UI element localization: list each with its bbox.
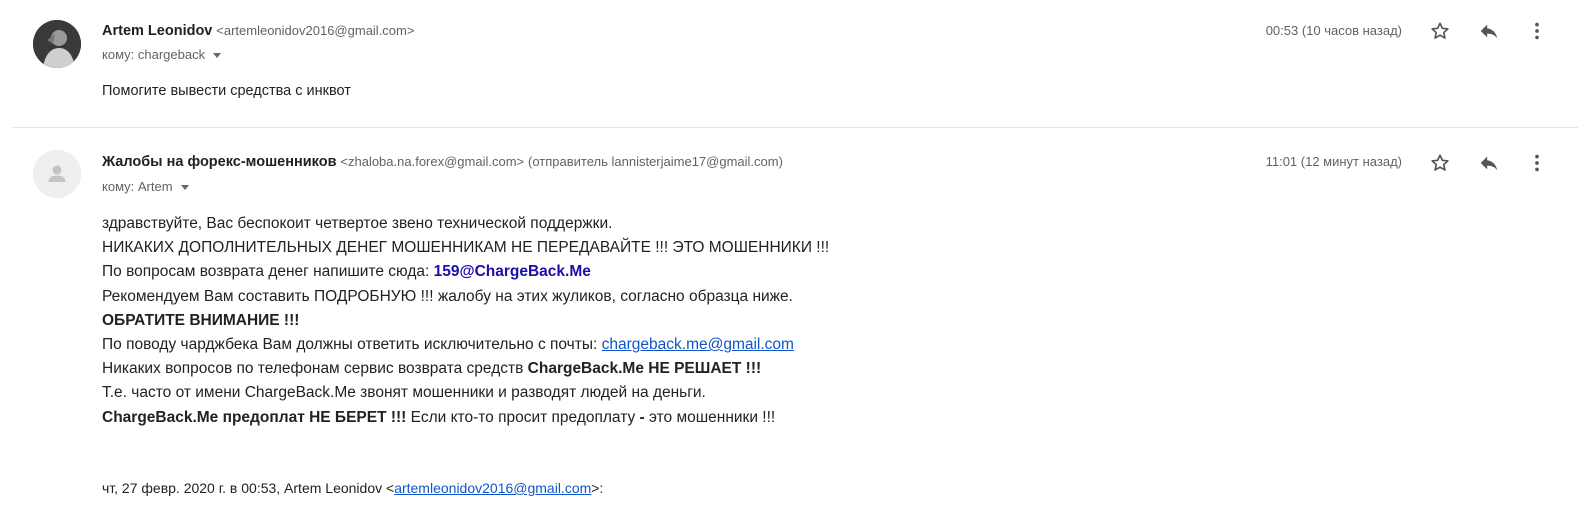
body-bold: ChargeBack.Me предоплат НЕ БЕРЕТ !!! [102,408,407,426]
sender-avatar[interactable] [33,150,81,198]
sender-name[interactable]: Жалобы на форекс-мошенников [102,154,337,170]
quote-prefix: чт, 27 февр. 2020 г. в 00:53, Artem Leon… [102,480,395,496]
body-line: Т.е. часто от имени ChargeBack.Me звонят… [102,384,706,402]
body-text: Если кто-то просит предоплату [406,408,640,426]
reply-icon [1480,24,1498,39]
star-button[interactable] [1427,150,1453,176]
more-vert-icon [1535,22,1539,40]
recipient-details-dropdown-icon[interactable] [213,53,222,59]
star-icon [1431,154,1449,171]
body-bold: ChargeBack.Me НЕ РЕШАЕТ !!! [527,360,762,378]
chargeback-email-link[interactable]: chargeback.me@gmail.com [602,336,794,353]
body-line: Никаких вопросов по телефонам сервис воз… [102,357,829,381]
sender-line: Жалобы на форекс-мошенников <zhaloba.na.… [102,153,783,170]
body-line: Рекомендуем Вам составить ПОДРОБНУЮ !!! … [102,287,793,305]
body-line: ОБРАТИТЕ ВНИМАНИЕ !!! [102,311,300,329]
reply-button[interactable] [1476,150,1502,176]
body-text: По вопросам возврата денег напишите сюда… [102,263,434,281]
body-line: По поводу чарджбека Вам должны ответить … [102,333,829,357]
recipient-label: кому: chargeback [102,47,206,62]
body-line: здравствуйте, Вас беспокоит четвертое зв… [102,215,613,232]
sender-line: Artem Leonidov <artemleonidov2016@gmail.… [102,22,414,39]
body-line: ChargeBack.Me предоплат НЕ БЕРЕТ !!! Есл… [102,406,829,430]
reply-button[interactable] [1476,18,1502,44]
message-time: 11:01 (12 минут назад) [1265,154,1402,169]
recipient-line: кому: chargeback [102,47,222,62]
sender-name[interactable]: Artem Leonidov [102,23,212,39]
sent-via: (отправитель lannisterjaime17@gmail.com) [528,154,783,169]
message-body: здравствуйте, Вас беспокоит четвертое зв… [102,212,829,430]
body-text: это мошенники !!! [644,408,776,426]
email-message-1: Artem Leonidov <artemleonidov2016@gmail.… [0,0,1590,128]
email-message-2: Жалобы на форекс-мошенников <zhaloba.na.… [0,128,1590,511]
avatar-photo-icon [33,20,81,68]
support-email: 159@ChargeBack.Me [433,263,591,281]
star-icon [1431,22,1449,39]
message-time: 00:53 (10 часов назад) [1265,23,1402,38]
recipient-line: кому: Artem [102,179,189,194]
more-options-button[interactable] [1524,150,1550,176]
star-button[interactable] [1427,18,1453,44]
body-text: Никаких вопросов по телефонам сервис воз… [102,360,528,378]
recipient-details-dropdown-icon[interactable] [180,185,189,191]
recipient-label: кому: Artem [102,179,173,194]
sender-email: <artemleonidov2016@gmail.com> [216,23,415,38]
more-vert-icon [1535,154,1539,172]
sender-avatar[interactable] [33,20,81,68]
reply-icon [1480,156,1498,171]
person-icon [33,150,81,198]
more-options-button[interactable] [1524,18,1550,44]
body-text: По поводу чарджбека Вам должны ответить … [102,336,602,354]
quoted-header: чт, 27 февр. 2020 г. в 00:53, Artem Leon… [102,480,603,496]
quote-suffix: >: [591,480,604,496]
body-line: По вопросам возврата денег напишите сюда… [102,260,829,284]
sender-email: <zhaloba.na.forex@gmail.com> [340,154,525,169]
quote-email-link[interactable]: artemleonidov2016@gmail.com [394,480,591,496]
body-line: НИКАКИХ ДОПОЛНИТЕЛЬНЫХ ДЕНЕГ МОШЕННИКАМ … [102,239,830,257]
message-body: Помогите вывести средства с инквот [102,83,351,99]
